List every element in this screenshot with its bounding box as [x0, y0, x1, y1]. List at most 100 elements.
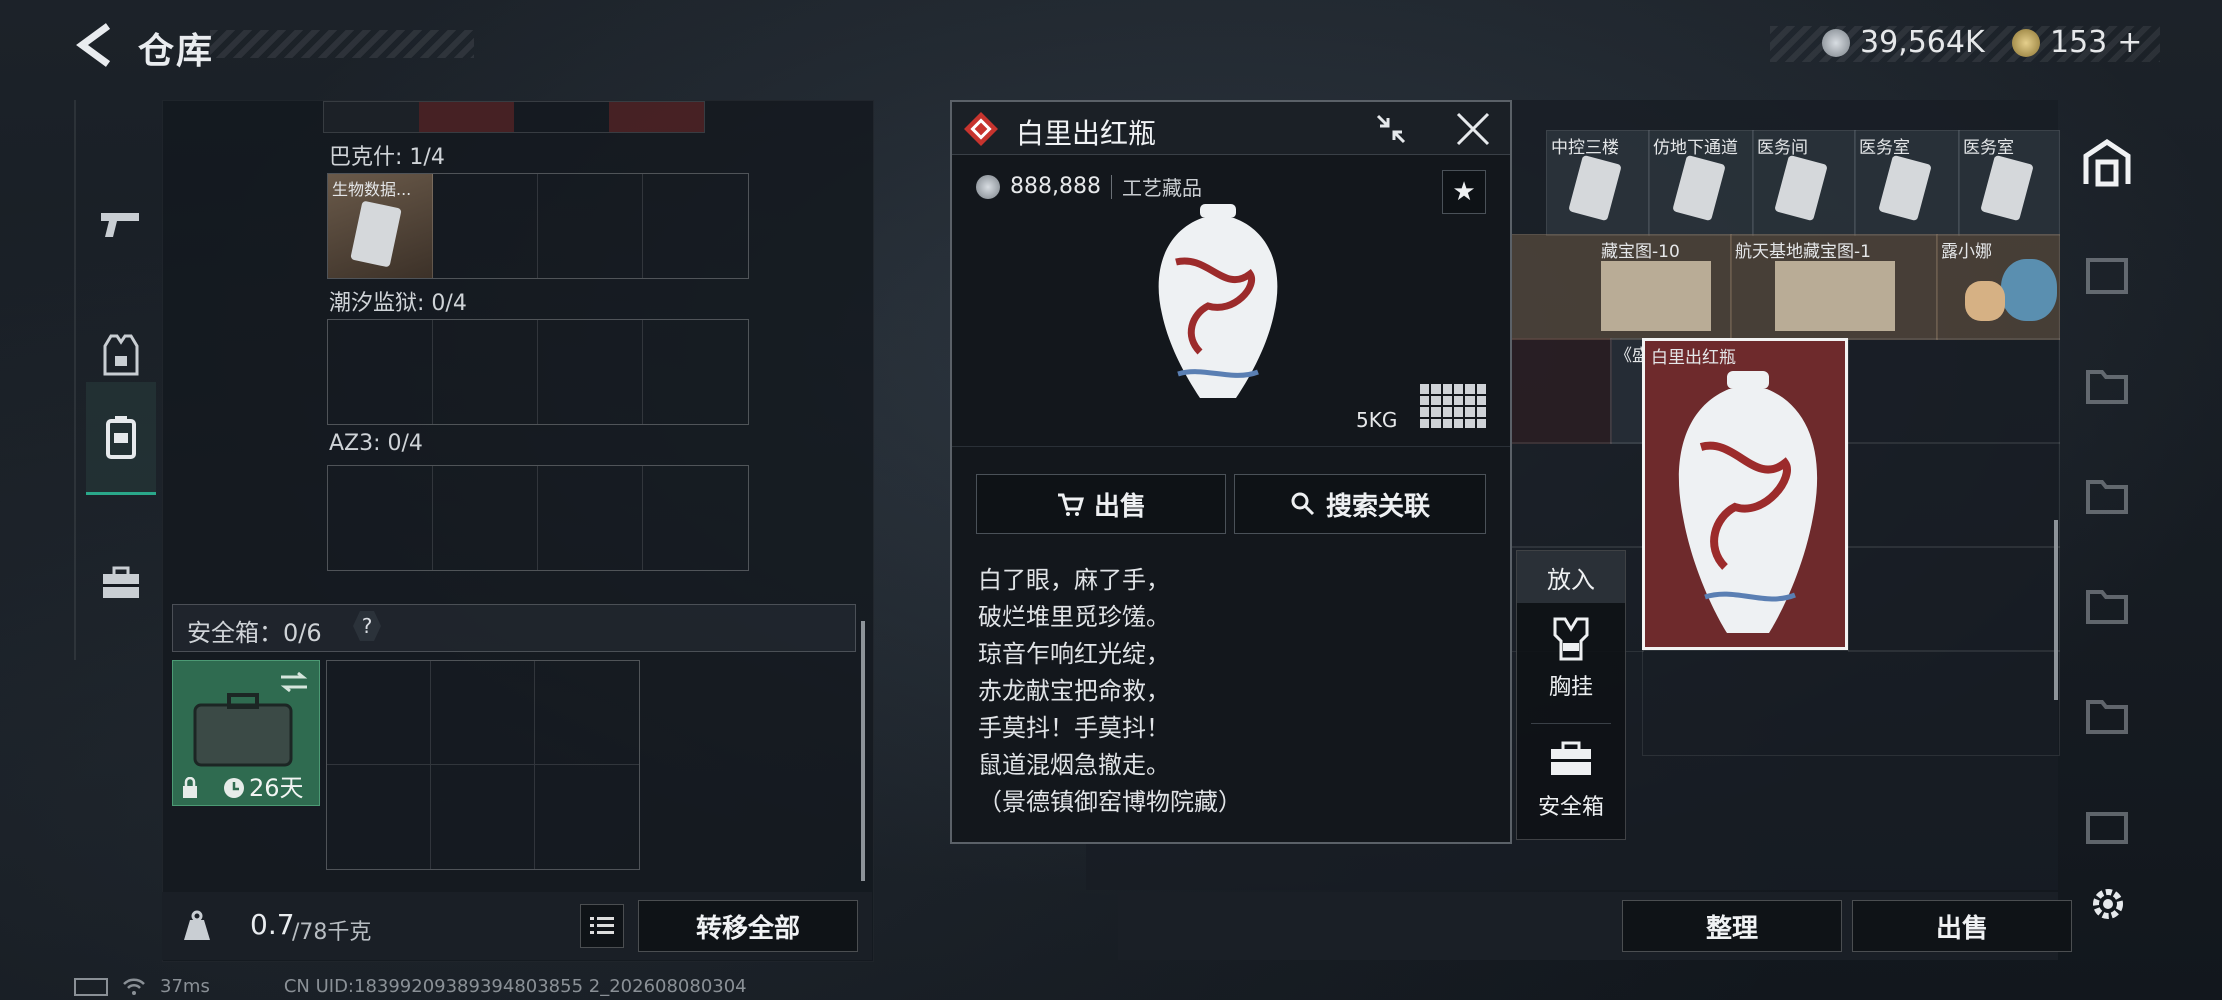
container-grid-1[interactable]: 生物数据... [327, 173, 749, 279]
poem-line: 赤龙献宝把命救， [978, 677, 1170, 705]
empty-cell[interactable] [1848, 442, 2060, 548]
empty-cell[interactable] [1848, 338, 2060, 444]
briefcase-icon [1551, 741, 1591, 775]
collapse-icon[interactable] [1374, 112, 1408, 146]
scrollbar[interactable] [2054, 520, 2058, 700]
folder-icon [2086, 258, 2128, 294]
item-description: 白了眼，麻了手， 破烂堆里觅珍馐。 琼音乍响红光绽， 赤龙献宝把命救， 手莫抖！… [978, 562, 1242, 821]
poem-line: 琼音乍响红光绽， [978, 640, 1170, 668]
item-slot[interactable]: 医务间 [1752, 130, 1856, 236]
weight-current: 0.7 [250, 908, 295, 941]
vase-icon [1678, 371, 1818, 633]
storage-tabs [2074, 100, 2144, 920]
safe-box-item[interactable]: 26天 [172, 660, 320, 806]
help-icon[interactable]: ? [353, 611, 381, 641]
search-related-label: 搜索关联 [1325, 491, 1430, 522]
safe-box-grid[interactable] [326, 660, 640, 870]
safe-case-icon [193, 693, 293, 767]
sell-cart-icon [1057, 493, 1084, 516]
rail-weapon[interactable] [86, 170, 156, 280]
list-view-button[interactable] [580, 904, 624, 948]
selected-item-vase[interactable]: 白里出红瓶 [1642, 338, 1848, 650]
container-grid-3[interactable] [327, 465, 749, 571]
tab-storage-3[interactable] [2082, 248, 2132, 298]
data-card-icon [350, 200, 402, 268]
empty-cell[interactable] [1642, 650, 2060, 756]
tab-storage-4d[interactable] [2082, 688, 2132, 738]
search-related-button[interactable]: 搜索关联 [1234, 474, 1486, 534]
ping-text: 37ms [160, 976, 210, 997]
poem-line: 破烂堆里觅珍馐。 [978, 603, 1170, 631]
size-grid-icon [1420, 384, 1486, 428]
item-slot[interactable]: 仿地下通道 [1648, 130, 1754, 236]
tab-storage-4a[interactable] [2082, 358, 2132, 408]
coin-balance[interactable]: 39,564K [1822, 25, 1985, 60]
divider [952, 446, 1510, 447]
item-slot[interactable]: 中控三楼 [1546, 130, 1650, 236]
chest-rig-label: 胸挂 [1548, 675, 1593, 700]
item-label: 航天基地藏宝图-1 [1735, 242, 1871, 262]
battery-icon [74, 977, 108, 996]
put-into-safe-box[interactable]: 安全箱 [1517, 731, 1625, 831]
favorite-star-icon[interactable]: ★ [1442, 170, 1486, 214]
briefcase-icon [103, 566, 139, 598]
item-slot[interactable]: 生物数据... [328, 174, 433, 278]
tab-main-storage[interactable] [2082, 138, 2132, 188]
safe-box-option-label: 安全箱 [1537, 795, 1604, 820]
sell-button[interactable]: 出售 [976, 474, 1226, 534]
transfer-all-button[interactable]: 转移全部 [638, 900, 858, 952]
safe-box-header: 安全箱：0/6 ? [172, 604, 856, 652]
weight-icon [184, 910, 210, 940]
item-label: 藏宝图-10 [1601, 242, 1680, 262]
doll-item[interactable]: 露小娜 [1936, 234, 2060, 340]
tab-storage-4b[interactable] [2082, 468, 2132, 518]
item-label: 仿地下通道 [1653, 138, 1738, 158]
item-category: 工艺藏品 [1121, 176, 1202, 200]
close-icon[interactable] [1454, 110, 1492, 148]
tab-storage-4c[interactable] [2082, 578, 2132, 628]
container-grid-2[interactable] [327, 319, 749, 425]
price-row: 888,888 工艺藏品 [976, 172, 1202, 201]
back-arrow-icon[interactable] [74, 22, 114, 68]
doll-icon [1965, 281, 2005, 321]
rail-case[interactable] [86, 528, 156, 638]
scrollbar[interactable] [861, 621, 865, 881]
map-item[interactable]: 藏宝图-10 [1506, 234, 1732, 340]
empty-cell[interactable] [1506, 442, 1644, 548]
poem-line: （景德镇御窑博物院藏） [978, 788, 1242, 816]
gear-icon [2093, 889, 2123, 919]
section-label: AZ3: 0/4 [329, 431, 423, 456]
item-slot[interactable]: 医务室 [1854, 130, 1960, 236]
put-into-chest-rig[interactable]: 胸挂 [1517, 611, 1625, 711]
status-bar: 37ms CN UID:18399209389394803855 2_20260… [74, 976, 747, 997]
folder-icon [2086, 370, 2128, 404]
item-price: 888,888 [1010, 174, 1101, 199]
item-label: 生物数据... [332, 180, 412, 199]
divider [1531, 723, 1611, 724]
token-balance[interactable]: 153 + [2012, 25, 2142, 60]
popup-header: 白里出红瓶 [952, 102, 1510, 155]
title-stripe [210, 30, 474, 58]
rail-backpack[interactable] [86, 382, 156, 495]
tab-storage-5[interactable] [2082, 798, 2132, 848]
pistol-icon [101, 213, 139, 237]
item-label: 露小娜 [1941, 242, 1992, 262]
item-slot[interactable]: 医务室 [1958, 130, 2060, 236]
item-label: 医务室 [1859, 138, 1910, 158]
settings-button[interactable] [2088, 884, 2128, 924]
folder-icon [2086, 480, 2128, 514]
empty-cell[interactable] [1848, 546, 2060, 652]
sell-all-button[interactable]: 出售 [1852, 900, 2072, 952]
map-item[interactable]: 航天基地藏宝图-1 [1730, 234, 1938, 340]
item-label: 医务室 [1963, 138, 2014, 158]
organize-button[interactable]: 整理 [1622, 900, 1842, 952]
keycard-icon [1878, 154, 1932, 222]
item-label: 医务间 [1757, 138, 1808, 158]
top-cut-grid [323, 101, 705, 133]
item-slot[interactable] [1506, 338, 1612, 444]
add-token-button[interactable]: + [2117, 25, 2142, 60]
warehouse-icon [2083, 138, 2131, 187]
weight-bar: 0.7 /78千克 转移全部 [162, 892, 872, 960]
swap-icon[interactable] [279, 671, 309, 693]
folder-icon [2086, 812, 2128, 844]
